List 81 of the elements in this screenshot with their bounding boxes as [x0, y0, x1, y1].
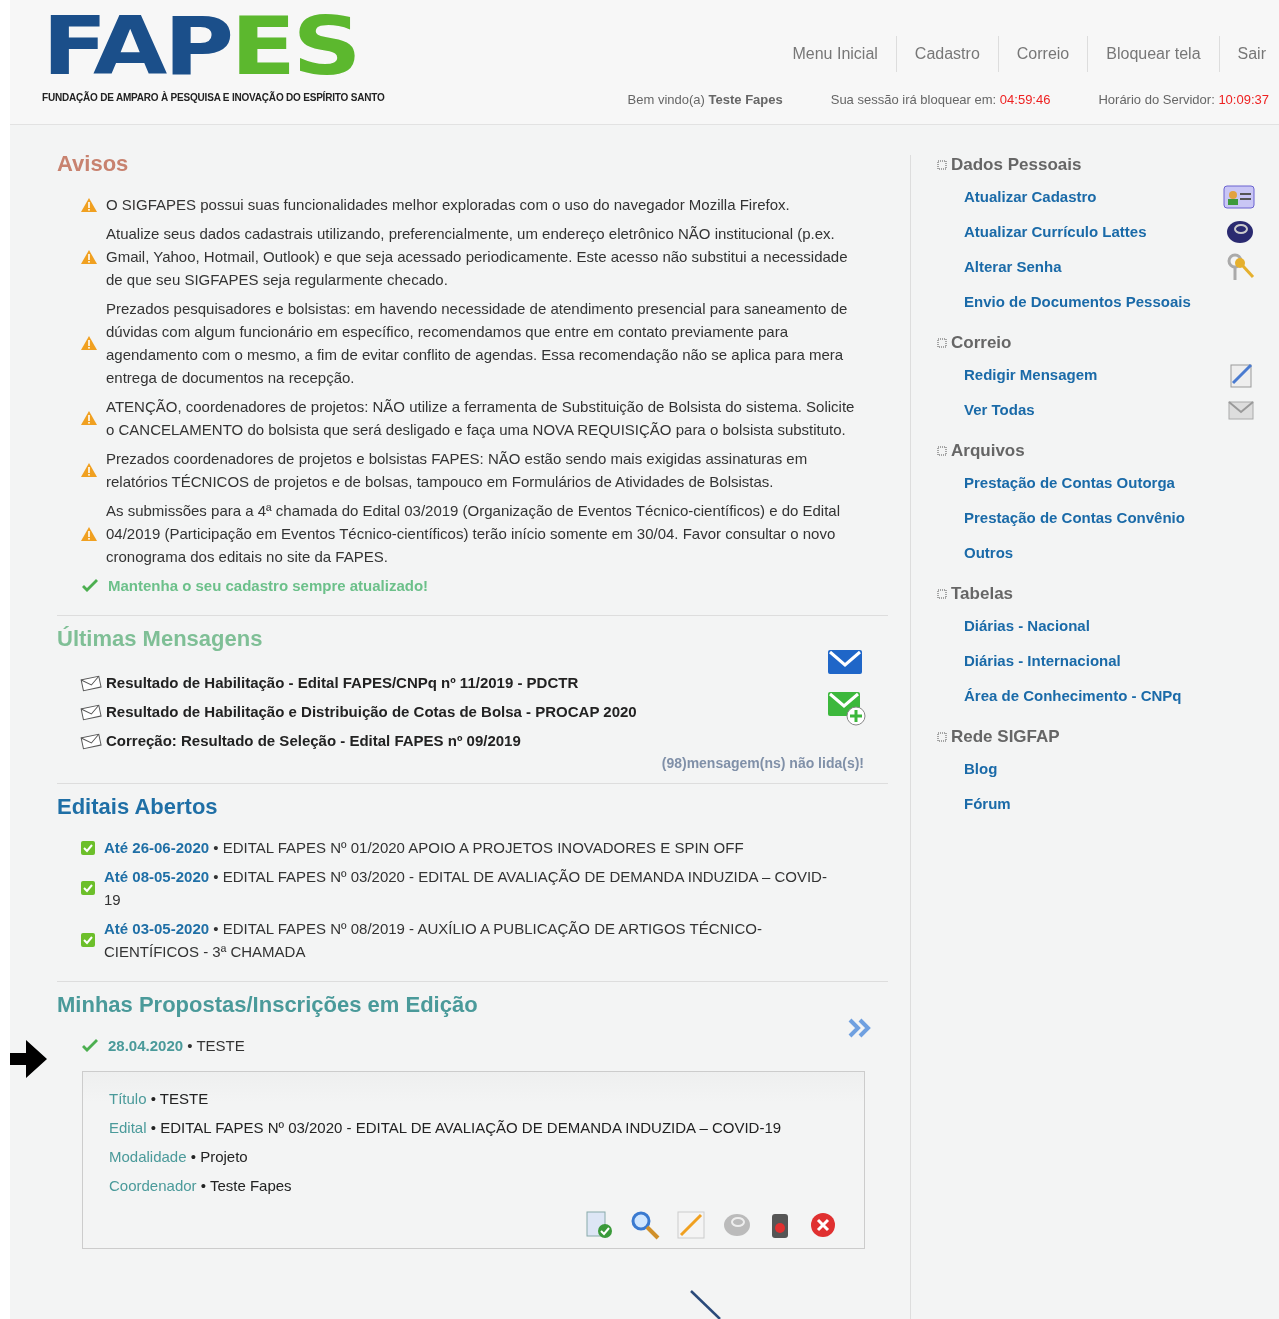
message-link[interactable]: Correção: Resultado de Seleção - Edital FAPES nº 09/2019 [106, 726, 521, 755]
bullet-icon [937, 589, 947, 599]
notice-text: As submissões para a 4ª chamada do Edital 03/2019 (Organização de Eventos Técnico-científicos) e do Edital 04/2019 (Participação em Eventos Técnico-científicos) terão início somente em 30/04. Favor consultar o novo cronograma dos editais no site da FAPES. [106, 501, 842, 567]
sidebar-link[interactable]: Redigir Mensagem [937, 357, 1255, 392]
envelope-icon [1227, 398, 1255, 421]
sidebar-link[interactable]: Outros [937, 535, 1255, 570]
sidebar-link[interactable]: Prestação de Contas Convênio [937, 500, 1255, 535]
document-check-icon[interactable] [584, 1210, 614, 1240]
unread-count: (98)mensagem(ns) não lida(s)! [660, 755, 865, 771]
proposal-field: Modalidade • Projeto [109, 1142, 838, 1171]
edital-item[interactable]: Até 03-05-2020 • EDITAL FAPES Nº 08/2019 - AUXÍLIO A PUBLICAÇÃO DE ARTIGOS TÉCNICO-CIENTÍFICOS - 3ª CHAMADA [104, 917, 828, 963]
nav-link[interactable]: Sair [1218, 36, 1269, 72]
sidebar-link[interactable]: Blog [937, 751, 1255, 786]
section-title: Avisos [57, 151, 130, 177]
sidebar-link[interactable]: Diárias - Internacional [937, 643, 1255, 678]
keys-icon [1225, 251, 1255, 282]
search-icon[interactable] [630, 1210, 660, 1240]
server-time: Horário do Servidor: 10:09:37 [1098, 92, 1269, 107]
proposal-field: Coordenador • Teste Fapes [109, 1171, 838, 1200]
envelope-icon [80, 673, 102, 692]
warning-icon [80, 462, 98, 478]
proposal-field: Título • TESTE [109, 1084, 838, 1113]
new-mail-icon[interactable] [826, 690, 868, 728]
sidebar-heading: Tabelas [937, 584, 1255, 604]
warning-icon [80, 248, 98, 265]
nav-link[interactable]: Menu Inicial [774, 36, 896, 72]
warning-icon [80, 410, 98, 426]
bullet-icon [937, 338, 947, 348]
sidebar-heading: Arquivos [937, 441, 1255, 461]
sidebar-link[interactable]: Atualizar Currículo Lattes [937, 214, 1255, 249]
welcome-text: Bem vindo(a) Teste Fapes [627, 92, 783, 107]
edital-item[interactable]: Até 26-06-2020 • EDITAL FAPES Nº 01/2020 APOIO A PROJETOS INOVADORES E SPIN OFF [104, 836, 744, 859]
warning-icon [80, 196, 98, 213]
notice-text: Mantenha o seu cadastro sempre atualizado! [108, 576, 429, 596]
notice-text: Atualize seus dados cadastrais utilizando, preferencialmente, um endereço eletrônico NÃO institucional (p.ex. Gmail, Yahoo, Hotmail, Outlook) e que seja acessado periodicamente. Este acesso não substitui a necessidade de que seu SIGFAPES seja regularmente checado. [106, 224, 849, 290]
envelope-icon [80, 702, 102, 721]
envelope-icon [80, 731, 102, 750]
section-title: Minhas Propostas/Inscrições em Edição [57, 992, 479, 1018]
message-link[interactable]: Resultado de Habilitação e Distribuição de Cotas de Bolsa - PROCAP 2020 [106, 697, 637, 726]
checkbox-icon [80, 932, 96, 948]
sidebar-heading: Rede SIGFAP [937, 727, 1255, 747]
notice-text: Prezados pesquisadores e bolsistas: em havendo necessidade de atendimento presencial para saneamento de dúvidas com algum funcionário em específico, recomendamos que entre em contato previamente para agendamento com o mesmo, a fim de evitar conflito de agendas. Essa recomendação não se aplica para mera entrega de documentos na recepção. [106, 299, 849, 388]
checkbox-icon [80, 839, 96, 856]
sidebar-link[interactable]: Fórum [937, 786, 1255, 821]
notice-text: Prezados coordenadores de projetos e bolsistas FAPES: NÃO estão sendo mais exigidas assinaturas em relatórios TÉCNICOS de projetos e de bolsas, tampouco em Formulários de Atividades de Bolsistas. [106, 449, 809, 492]
sidebar-link[interactable]: Atualizar Cadastro [937, 179, 1255, 214]
message-link[interactable]: Resultado de Habilitação - Edital FAPES/CNPq nº 11/2019 - PDCTR [106, 668, 579, 697]
logo: FAPES [42, 8, 359, 86]
nav-link[interactable]: Correio [997, 36, 1088, 72]
double-chevron-icon[interactable] [848, 1018, 872, 1038]
edital-item[interactable]: Até 08-05-2020 • EDITAL FAPES Nº 03/2020 - EDITAL DE AVALIAÇÃO DE DEMANDA INDUZIDA – COVID-19 [104, 865, 828, 911]
check-icon [80, 1037, 100, 1054]
sidebar-heading: Correio [937, 333, 1255, 353]
bullet-icon [937, 732, 947, 742]
sidebar-link[interactable]: Ver Todas [937, 392, 1255, 427]
bullet-icon [937, 446, 947, 456]
section-title: Editais Abertos [57, 794, 219, 820]
sidebar-link[interactable]: Alterar Senha [937, 249, 1255, 284]
sidebar-link[interactable]: Prestação de Contas Outorga [937, 465, 1255, 500]
id-card-icon [1223, 183, 1255, 210]
warning-icon [80, 525, 98, 542]
notice-text: O SIGFAPES possui suas funcionalidades melhor exploradas com o uso do navegador Mozilla Firefox. [106, 195, 790, 215]
sidebar-link[interactable]: Envio de Documentos Pessoais [937, 284, 1255, 319]
sidebar-link[interactable]: Área de Conhecimento - CNPq [937, 678, 1255, 713]
warning-icon [80, 335, 98, 351]
section-title: Últimas Mensagens [57, 626, 264, 652]
close-icon[interactable] [808, 1210, 838, 1240]
nav-link[interactable]: Cadastro [895, 36, 998, 72]
sidebar-link[interactable]: Diárias - Nacional [937, 608, 1255, 643]
proposal-title[interactable]: 28.04.2020 • TESTE [108, 1034, 245, 1057]
session-timer: Sua sessão irá bloquear em: 04:59:46 [830, 92, 1051, 107]
bullet-icon [937, 160, 947, 170]
checkbox-icon [80, 880, 96, 896]
sidebar-heading: Dados Pessoais [937, 155, 1255, 175]
logo-subtitle: FUNDAÇÃO DE AMPARO À PESQUISA E INOVAÇÃO DO ESPÍRITO SANTO [42, 92, 385, 103]
notice-text: ATENÇÃO, coordenadores de projetos: NÃO utilize a ferramenta de Substituição de Bolsista do sistema. Solicite o CANCELAMENTO do bolsista que será desligado e faça uma NOVA REQUISIÇÃO para o bolsista substituto. [106, 397, 856, 440]
check-icon [80, 577, 100, 594]
arrow-icon [10, 1038, 48, 1080]
nav-link[interactable]: Bloquear tela [1087, 36, 1219, 72]
pencil-icon[interactable] [676, 1210, 706, 1240]
proposal-field: Edital • EDITAL FAPES Nº 03/2020 - EDITAL DE AVALIAÇÃO DE DEMANDA INDUZIDA – COVID-19 [109, 1113, 838, 1142]
